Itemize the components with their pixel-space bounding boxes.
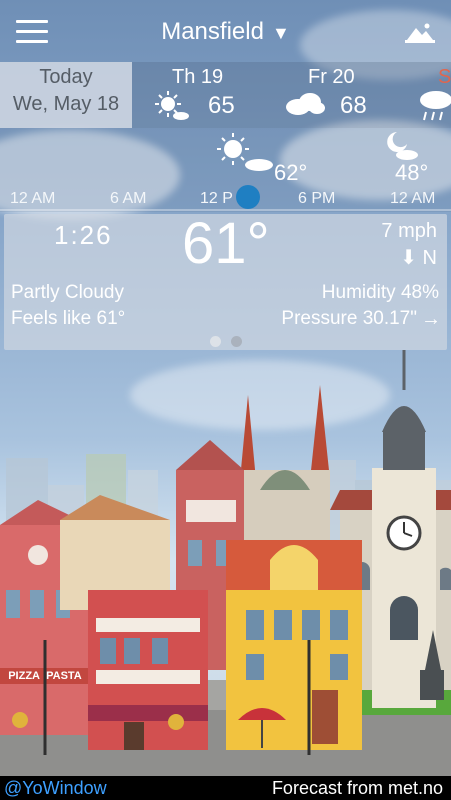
hourly-strip[interactable]: 62° 48° 12 AM 6 AM 12 P 6 PM 12 AM bbox=[0, 128, 451, 212]
day-friday[interactable]: Fr 20 68 bbox=[272, 62, 412, 128]
wind-info: 7 mph ⬇ N bbox=[381, 220, 437, 270]
forecast-source-link[interactable]: Forecast from met.no bbox=[272, 778, 443, 799]
wind-direction-label: N bbox=[422, 247, 437, 269]
daily-forecast: Today We, May 18 Th 19 65 Fr 20 68 S bbox=[0, 62, 451, 128]
night-temp-label: 48° bbox=[395, 160, 429, 185]
day-thursday[interactable]: Th 19 65 bbox=[132, 62, 272, 128]
top-bar: Mansfield ▼ bbox=[0, 0, 451, 62]
moon-cloud-icon bbox=[387, 132, 418, 160]
page-dot[interactable] bbox=[209, 336, 221, 347]
footer-bar: @YoWindow Forecast from met.no bbox=[0, 776, 451, 800]
rain-icon bbox=[420, 91, 451, 121]
day-label: Fr 20 bbox=[308, 66, 355, 88]
city-name: Mansfield bbox=[161, 18, 264, 45]
yowindow-link[interactable]: @YoWindow bbox=[4, 778, 107, 799]
wind-direction: ⬇ N bbox=[381, 245, 437, 270]
sun-cloud-icon bbox=[217, 133, 273, 171]
day-date: We, May 18 bbox=[12, 93, 120, 115]
hour-label: 12 AM bbox=[390, 190, 436, 207]
cloudy-icon bbox=[286, 93, 325, 115]
wind-speed: 7 mph bbox=[381, 220, 437, 242]
pressure-text: Pressure 30.17" bbox=[281, 308, 417, 329]
pizza-pasta-sign: PIZZA PASTA bbox=[8, 670, 82, 682]
current-temperature: 61° bbox=[182, 211, 270, 276]
day-temp: 65 bbox=[208, 92, 235, 119]
humidity-text: Humidity 48% bbox=[321, 282, 439, 303]
weather-app: Mansfield ▼ Today We, May 18 Th 19 65 Fr… bbox=[0, 0, 451, 800]
hour-label: 12 P bbox=[200, 190, 233, 207]
pressure-trend-icon: → bbox=[421, 308, 441, 330]
hour-label: 12 AM bbox=[10, 190, 56, 207]
current-conditions-panel[interactable]: 1:26 61° 7 mph ⬇ N Partly Cloudy Feels l… bbox=[4, 211, 447, 350]
city-selector[interactable]: Mansfield ▼ bbox=[0, 18, 451, 46]
day-label: Today bbox=[39, 66, 93, 88]
town-illustration bbox=[0, 350, 451, 776]
current-time: 1:26 bbox=[54, 220, 113, 250]
day-temp: 68 bbox=[340, 92, 367, 119]
condition-text: Partly Cloudy bbox=[11, 282, 124, 303]
day-today[interactable]: Today We, May 18 bbox=[0, 62, 132, 128]
arrow-down-icon: ⬇ bbox=[400, 247, 417, 269]
day-temp-label: 62° bbox=[274, 160, 308, 185]
landscape-icon[interactable] bbox=[405, 20, 435, 44]
day-label: Th 19 bbox=[172, 66, 224, 88]
day-saturday[interactable]: S bbox=[412, 62, 451, 128]
sunny-partly-cloudy-icon bbox=[155, 91, 189, 120]
feels-like-text: Feels like 61° bbox=[11, 308, 126, 329]
day-label: S bbox=[438, 66, 451, 88]
hour-label: 6 PM bbox=[298, 190, 336, 207]
hour-label: 6 AM bbox=[110, 190, 147, 207]
chevron-down-icon: ▼ bbox=[271, 23, 290, 43]
page-dot[interactable] bbox=[230, 336, 242, 347]
time-slider-handle[interactable] bbox=[236, 185, 260, 209]
